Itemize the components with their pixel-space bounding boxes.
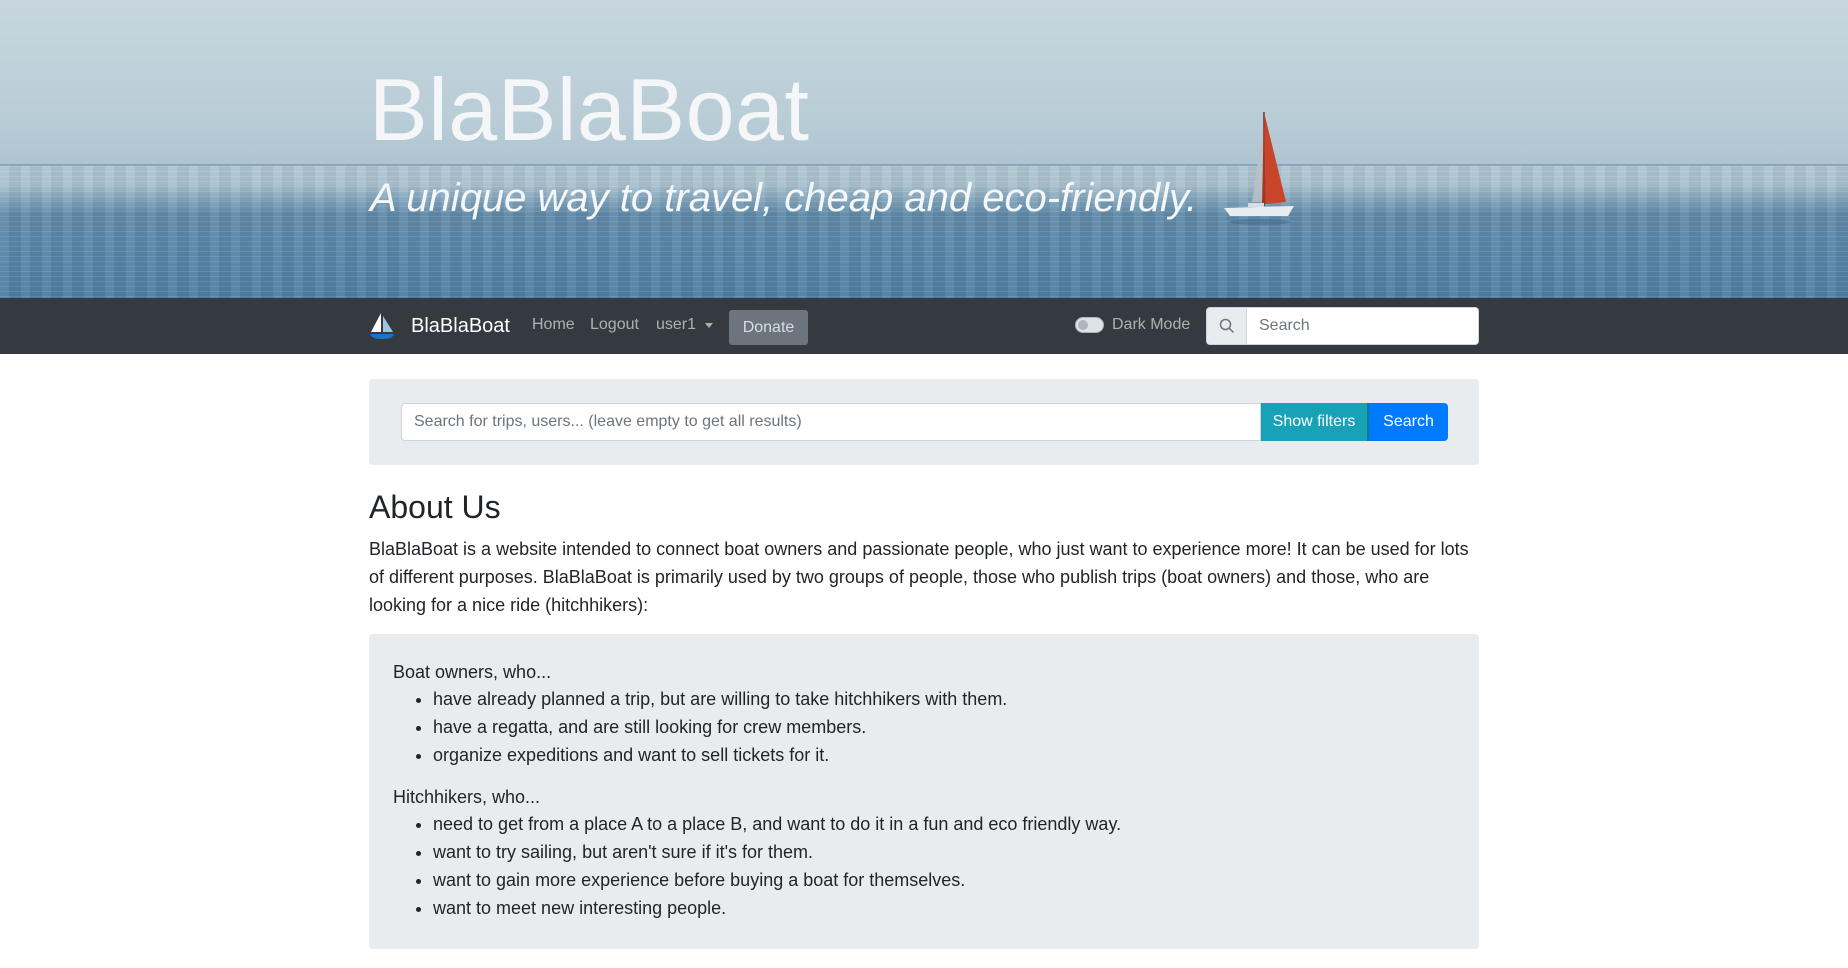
list-item: want to meet new interesting people. xyxy=(433,894,1455,922)
user-dropdown[interactable]: user1 xyxy=(656,316,714,334)
brand-name: BlaBlaBoat xyxy=(411,314,510,337)
list-item: organize expeditions and want to sell ti… xyxy=(433,741,1455,769)
search-icon xyxy=(1206,307,1247,345)
chevron-down-icon xyxy=(705,322,714,328)
list-item: need to get from a place A to a place B,… xyxy=(433,810,1455,838)
audience-panel: Boat owners, who... have already planned… xyxy=(369,634,1479,949)
dark-mode-toggle[interactable]: Dark Mode xyxy=(1075,316,1190,334)
toggle-knob xyxy=(1078,320,1088,330)
dark-mode-label: Dark Mode xyxy=(1112,316,1191,333)
list-item: want to try sailing, but aren't sure if … xyxy=(433,838,1455,866)
hitchhikers-list: need to get from a place A to a place B,… xyxy=(433,810,1455,922)
search-button[interactable]: Search xyxy=(1369,403,1448,441)
group-title-boat-owners: Boat owners, who... xyxy=(393,662,552,682)
navbar: BlaBlaBoat Home Logout user1 Donate Dark… xyxy=(0,298,1848,354)
nav-link-home[interactable]: Home xyxy=(532,316,575,334)
toggle-switch[interactable] xyxy=(1075,317,1104,333)
nav-link-logout[interactable]: Logout xyxy=(590,316,639,334)
navbar-brand[interactable]: BlaBlaBoat xyxy=(369,312,510,340)
donate-button[interactable]: Donate xyxy=(729,310,808,345)
group-title-hitchhikers: Hitchhikers, who... xyxy=(393,787,541,807)
boat-owners-list: have already planned a trip, but are wil… xyxy=(433,685,1455,769)
user-name: user1 xyxy=(656,316,697,333)
list-item: want to gain more experience before buyi… xyxy=(433,866,1455,894)
list-item: have a regatta, and are still looking fo… xyxy=(433,713,1455,741)
about-text: BlaBlaBoat is a website intended to conn… xyxy=(369,539,1469,615)
about-title: About Us xyxy=(369,489,501,525)
navbar-search xyxy=(1206,307,1479,345)
trip-search-input[interactable] xyxy=(401,403,1261,441)
show-filters-button[interactable]: Show filters xyxy=(1261,403,1369,441)
navbar-search-input[interactable] xyxy=(1247,307,1479,345)
sailboat-logo-icon xyxy=(370,313,394,339)
hero-banner: BlaBlaBoat A unique way to travel, cheap… xyxy=(0,0,1848,298)
search-row: Show filters Search xyxy=(401,403,1448,441)
sailboat-image xyxy=(1224,112,1294,225)
hero-title: BlaBlaBoat xyxy=(369,60,810,159)
list-item: have already planned a trip, but are wil… xyxy=(433,685,1455,713)
search-panel: Show filters Search xyxy=(369,379,1479,465)
hero-subtitle: A unique way to travel, cheap and eco-fr… xyxy=(370,176,1198,220)
